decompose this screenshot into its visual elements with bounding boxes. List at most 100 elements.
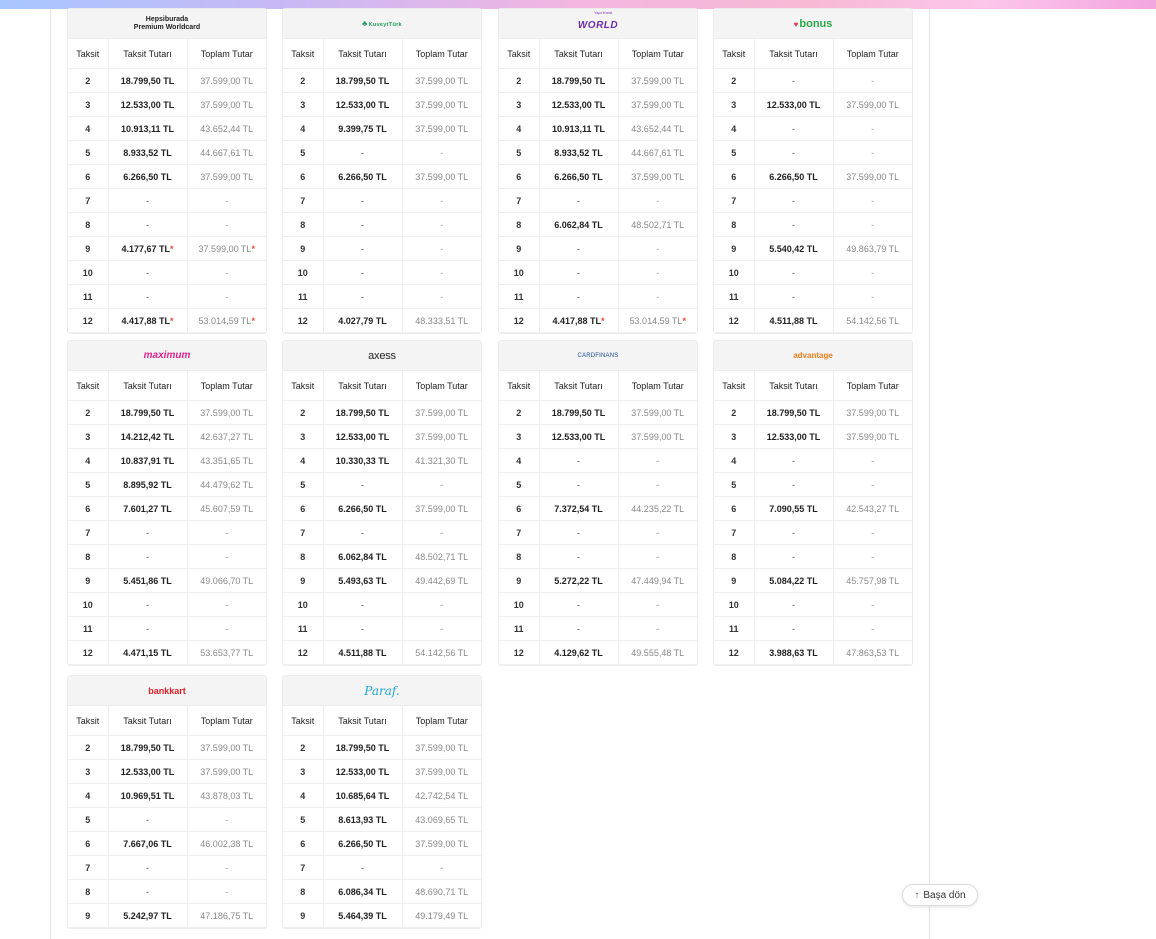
installment-amount-cell: 5.272,22 TL (538, 568, 618, 593)
cell-value: 8 (516, 219, 522, 230)
installment-amount-cell: 4.511,88 TL (322, 640, 402, 665)
cell-value: 10 (297, 267, 308, 278)
cell-value: 7 (85, 527, 91, 538)
total-amount-cell: - (401, 284, 481, 309)
cell-value: 37.599,00 TL (198, 243, 252, 254)
cell-value: - (656, 243, 660, 254)
table-row: 2 18.799,50 TL 37.599,00 TL (283, 735, 481, 760)
installment-amount-cell: 18.799,50 TL (753, 400, 833, 425)
column-header-col3: Toplam Tutar (832, 371, 912, 401)
cell-value: 4 (85, 123, 91, 134)
cell-value: 49.442,69 TL (415, 575, 469, 586)
cell-value: - (146, 599, 149, 610)
installment-count-cell: 5 (714, 472, 754, 497)
cell-value: 37.599,00 TL (415, 99, 469, 110)
table-row: 12 3.988,63 TL 47.863,53 TL (714, 640, 912, 665)
cell-value: 45.757,98 TL (846, 575, 900, 586)
cell-value: - (146, 623, 149, 634)
installment-count-cell: 11 (283, 616, 323, 641)
installment-count-cell: 8 (499, 212, 539, 237)
installment-count-cell: 10 (499, 260, 539, 285)
installment-count-cell: 5 (68, 472, 108, 497)
table-row: 9 5.493,63 TL 49.442,69 TL (283, 568, 481, 593)
cell-value: 4 (731, 123, 737, 134)
cell-value: 7 (516, 195, 522, 206)
cell-value: - (871, 551, 875, 562)
advantage-logo: advantage (793, 351, 833, 360)
cell-value: - (440, 219, 444, 230)
cell-value: - (225, 195, 229, 206)
cell-value: 18.799,50 TL (335, 75, 390, 86)
column-header-col3: Toplam Tutar (186, 706, 266, 736)
installment-amount-cell: - (107, 616, 187, 641)
installment-count-cell: 4 (68, 783, 108, 808)
table-row: 9 5.451,86 TL 49.066,70 TL (68, 568, 266, 593)
total-amount-cell: 37.599,00 TL (186, 92, 266, 117)
cell-value: 18.799,50 TL (120, 742, 175, 753)
total-amount-cell: 37.599,00 TL (401, 496, 481, 521)
installment-amount-cell: - (753, 284, 833, 309)
table-row: 2 18.799,50 TL 37.599,00 TL (283, 68, 481, 93)
table-row: 6 7.090,55 TL 42.543,27 TL (714, 496, 912, 521)
table-row: 11 - - (714, 616, 912, 641)
installment-amount-cell: 4.471,15 TL (107, 640, 187, 665)
column-header-col2: Taksit Tutarı (107, 39, 187, 69)
cell-value: 8.895,92 TL (123, 479, 172, 490)
column-header-col3: Toplam Tutar (832, 39, 912, 69)
installment-amount-cell: - (322, 472, 402, 497)
installment-amount-cell: - (538, 616, 618, 641)
table-row: 4 - - (499, 448, 697, 473)
cell-value: 5 (300, 814, 306, 825)
cell-value: 2 (85, 742, 91, 753)
cell-value: 6 (516, 503, 522, 514)
installment-count-cell: 5 (68, 140, 108, 165)
world-logo: Yapı Kredi WORLD (578, 10, 618, 33)
table-row: 5 8.933,52 TL 44.667,61 TL (499, 140, 697, 165)
installment-amount-cell: - (107, 879, 187, 904)
cell-value: - (440, 243, 444, 254)
total-amount-cell: 37.599,00 TL (401, 116, 481, 141)
cell-value: - (225, 267, 229, 278)
installment-count-cell: 11 (499, 284, 539, 309)
cell-value: 4 (300, 455, 306, 466)
total-amount-cell: 49.066,70 TL (186, 568, 266, 593)
back-to-top-button[interactable]: ↑ Başa dön (902, 884, 978, 906)
installment-count-cell: 11 (68, 284, 108, 309)
total-amount-cell: - (617, 284, 697, 309)
cell-value: - (656, 195, 660, 206)
table-row: 4 10.685,64 TL 42.742,54 TL (283, 783, 481, 808)
cell-value: 49.863,79 TL (846, 243, 900, 254)
cell-value: - (577, 527, 580, 538)
cell-value: 6.062,84 TL (554, 219, 603, 230)
table-row: 8 - - (68, 879, 266, 904)
table-row: 4 10.913,11 TL 43.652,44 TL (499, 116, 697, 141)
total-amount-cell: 54.142,56 TL (401, 640, 481, 665)
cell-value: 8 (85, 219, 91, 230)
cell-value: 12.533,00 TL (120, 766, 175, 777)
cell-value: 3 (85, 766, 91, 777)
card-kuveytturk: ♣KuveytTürk Taksit Taksit Tutarı Toplam Tu… (282, 8, 482, 334)
table-row: 4 10.969,51 TL 43.878,03 TL (68, 783, 266, 808)
table-row: 8 6.062,84 TL 48.502,71 TL (283, 544, 481, 569)
cell-value: 3 (300, 431, 306, 442)
total-amount-cell: 49.442,69 TL (401, 568, 481, 593)
installment-amount-cell: - (753, 544, 833, 569)
cell-value: 12.533,00 TL (335, 431, 390, 442)
installment-count-cell: 11 (499, 616, 539, 641)
total-amount-cell: - (401, 592, 481, 617)
cell-value: - (440, 623, 444, 634)
installment-amount-cell: 5.242,97 TL (107, 903, 187, 928)
installment-count-cell: 2 (68, 68, 108, 93)
installment-count-cell: 6 (283, 164, 323, 189)
installment-table: Taksit Taksit Tutarı Toplam Tutar 2 18.799,5… (499, 371, 697, 665)
total-amount-cell: 44.235,22 TL (617, 496, 697, 521)
table-row: 3 12.533,00 TL 37.599,00 TL (499, 92, 697, 117)
card-axess: axess Taksit Taksit Tutarı Toplam Tutar 2 18… (282, 340, 482, 666)
cell-value: 4 (516, 455, 522, 466)
table-row: 9 5.084,22 TL 45.757,98 TL (714, 568, 912, 593)
installment-count-cell: 6 (499, 164, 539, 189)
installment-amount-cell: 4.177,67 TL* (107, 236, 187, 261)
table-row: 10 - - (499, 592, 697, 617)
cell-value: 11 (82, 623, 93, 634)
cell-value: 12 (728, 315, 739, 326)
